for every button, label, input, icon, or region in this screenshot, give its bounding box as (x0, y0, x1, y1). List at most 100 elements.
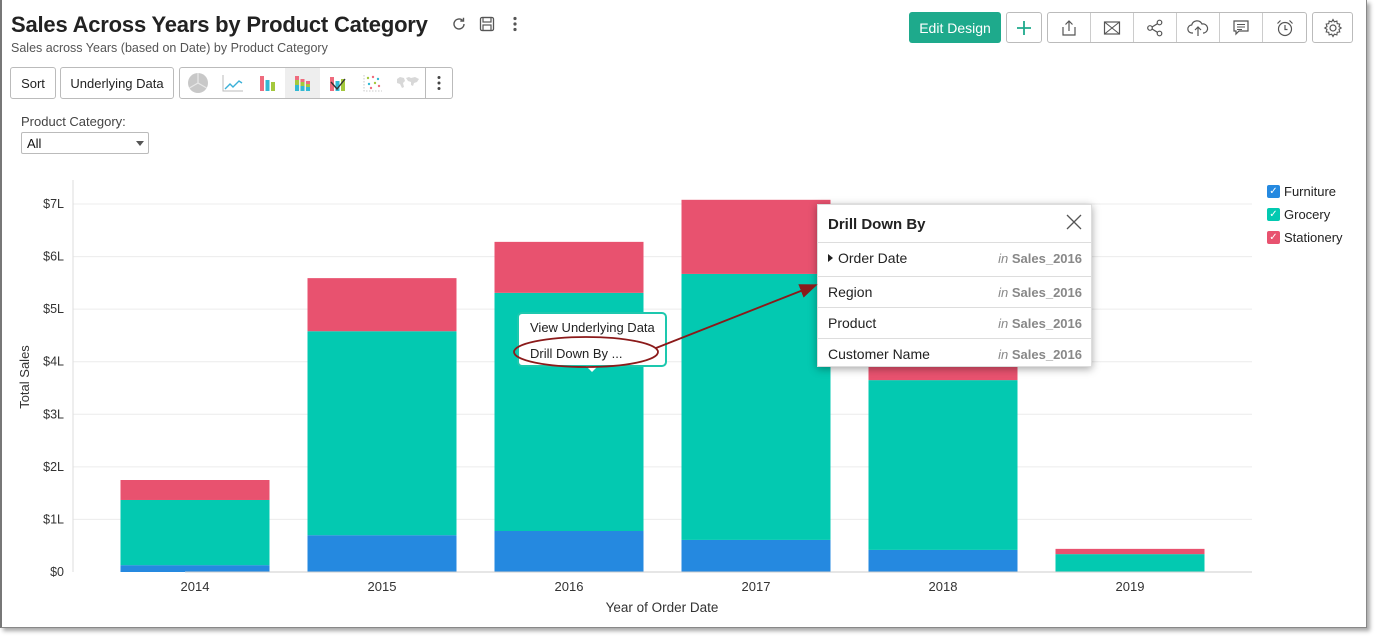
y-tick-label: $4L (43, 355, 64, 369)
chart-type-bar[interactable] (250, 68, 285, 98)
x-axis-ticks: 2014 2015 2016 2017 2018 2019 (181, 579, 1145, 594)
y-axis-label: Total Sales (17, 345, 32, 409)
underlying-data-button[interactable]: Underlying Data (60, 67, 174, 99)
chart-legend: ✓ Furniture ✓ Grocery ✓ Stationery (1267, 180, 1343, 249)
drill-option-order-date[interactable]: Order Date in Sales_2016 (818, 242, 1091, 273)
chart-type-line[interactable] (215, 68, 250, 98)
pie-chart-icon (187, 73, 208, 93)
in-label: in (998, 346, 1009, 362)
bar-segment-stationery-2017[interactable] (681, 199, 831, 274)
scatter-chart-icon (363, 75, 382, 92)
chart-type-more-button[interactable] (425, 68, 452, 98)
stacked-bar-chart-icon (294, 76, 310, 91)
edit-design-button[interactable]: Edit Design (909, 12, 1001, 43)
legend-label: Furniture (1284, 184, 1337, 199)
drill-option-source: Sales_2016 (1011, 250, 1082, 266)
bar-segment-grocery-2019[interactable] (1055, 554, 1205, 572)
title-actions (450, 14, 524, 34)
drill-option-source: Sales_2016 (1011, 284, 1082, 300)
bar-segment-furniture-2016[interactable] (494, 530, 644, 572)
expand-arrow-icon (828, 254, 833, 262)
bar-segment-furniture-2014[interactable] (120, 565, 270, 572)
x-axis-label: Year of Order Date (606, 600, 719, 615)
y-tick-label: $3L (43, 407, 64, 421)
drill-down-by-menu-item[interactable]: Drill Down By ... (530, 346, 622, 361)
y-tick-label: $6L (43, 250, 64, 264)
y-tick-label: $2L (43, 460, 64, 474)
legend-item-stationery[interactable]: ✓ Stationery (1267, 226, 1343, 249)
bar-segment-grocery-2014[interactable] (120, 499, 270, 566)
context-menu-pointer (586, 366, 598, 372)
drill-popup-title: Drill Down By (828, 216, 926, 233)
drill-option-source: Sales_2016 (1011, 315, 1082, 331)
bar-segment-stationery-2015[interactable] (307, 278, 457, 332)
export-icon (1062, 19, 1076, 36)
checkbox-icon: ✓ (1267, 208, 1280, 221)
product-category-select[interactable]: All (21, 132, 149, 154)
export-button[interactable] (1048, 13, 1091, 42)
chart-type-map[interactable] (390, 68, 425, 98)
map-chart-icon (396, 77, 419, 88)
legend-item-furniture[interactable]: ✓ Furniture (1267, 180, 1343, 203)
page-subtitle: Sales across Years (based on Date) by Pr… (11, 41, 328, 55)
bar-segment-grocery-2017[interactable] (681, 273, 831, 540)
action-button-group (1047, 12, 1307, 43)
bar-segment-stationery-2014[interactable] (120, 480, 270, 500)
close-icon (1066, 214, 1082, 230)
comment-icon (1233, 19, 1249, 35)
product-category-value: All (27, 135, 42, 151)
bar-segment-furniture-2017[interactable] (681, 539, 831, 572)
view-underlying-data-menu-item[interactable]: View Underlying Data (530, 320, 655, 335)
alarm-button[interactable] (1263, 13, 1306, 42)
drill-option-label: Product (828, 315, 877, 331)
save-icon[interactable] (478, 14, 496, 34)
y-tick-label: $0 (50, 565, 64, 579)
bar-segment-stationery-2016[interactable] (494, 241, 644, 293)
chart-type-combination[interactable] (320, 68, 355, 98)
y-tick-label: $1L (43, 512, 64, 526)
share-icon (1147, 19, 1163, 36)
in-label: in (998, 315, 1009, 331)
chart-type-scatter[interactable] (355, 68, 390, 98)
gear-icon (1323, 17, 1342, 38)
drill-option-region[interactable]: Region in Sales_2016 (818, 276, 1091, 307)
in-label: in (998, 250, 1009, 266)
y-axis-ticks: $0 $1L $2L $3L $4L $5L $6L $7L (43, 197, 64, 579)
y-tick-label: $5L (43, 302, 64, 316)
bar-segment-furniture-2015[interactable] (307, 535, 457, 572)
bar-segment-grocery-2018[interactable] (868, 380, 1018, 550)
x-tick-label: 2017 (742, 579, 771, 594)
in-label: in (998, 284, 1009, 300)
settings-button[interactable] (1312, 12, 1353, 43)
alarm-icon (1276, 19, 1293, 36)
bar-chart-icon (259, 76, 275, 91)
legend-label: Stationery (1284, 230, 1343, 245)
x-tick-label: 2018 (929, 579, 958, 594)
email-button[interactable] (1091, 13, 1134, 42)
chevron-down-icon (136, 141, 144, 146)
publish-button[interactable] (1177, 13, 1220, 42)
legend-label: Grocery (1284, 207, 1331, 222)
publish-cloud-icon (1187, 19, 1209, 36)
close-button[interactable] (1065, 213, 1083, 231)
line-chart-icon (222, 75, 243, 92)
drill-option-label: Order Date (838, 250, 908, 266)
drill-option-source: Sales_2016 (1011, 346, 1082, 362)
bar-segment-stationery-2019[interactable] (1055, 548, 1205, 555)
more-vertical-icon[interactable] (506, 14, 524, 34)
drill-option-customer-name[interactable]: Customer Name in Sales_2016 (818, 338, 1091, 369)
bar-segment-furniture-2018[interactable] (868, 549, 1018, 572)
comment-button[interactable] (1220, 13, 1263, 42)
legend-item-grocery[interactable]: ✓ Grocery (1267, 203, 1343, 226)
add-button[interactable] (1006, 12, 1042, 43)
share-button[interactable] (1134, 13, 1177, 42)
sort-button[interactable]: Sort (10, 67, 56, 99)
refresh-icon[interactable] (450, 14, 468, 34)
plus-icon (1017, 20, 1031, 35)
x-tick-label: 2014 (181, 579, 210, 594)
drill-option-label: Region (828, 284, 873, 300)
chart-type-pie[interactable] (180, 68, 215, 98)
chart-type-stacked-bar[interactable] (285, 68, 320, 98)
drill-option-product[interactable]: Product in Sales_2016 (818, 307, 1091, 338)
bar-segment-grocery-2015[interactable] (307, 331, 457, 536)
